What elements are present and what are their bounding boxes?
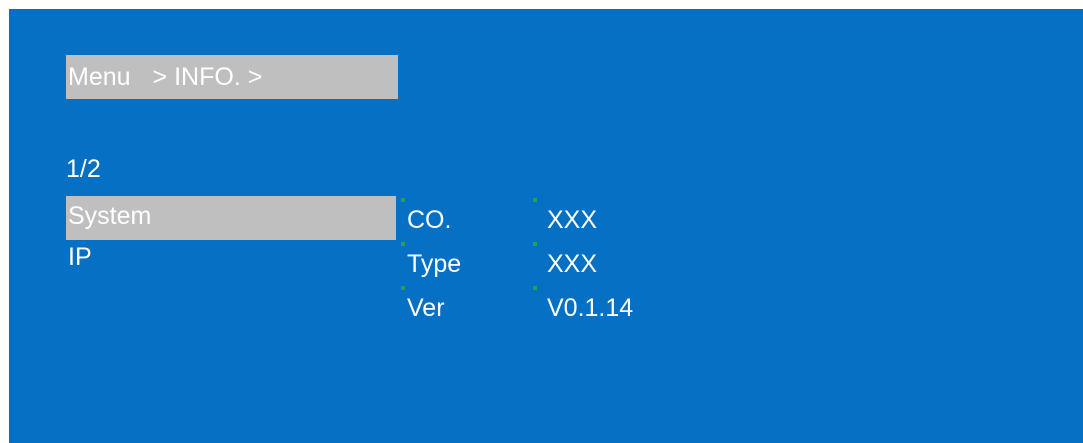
menu-item-system[interactable]: System [66, 196, 396, 240]
page-indicator: 1/2 [66, 155, 101, 183]
breadcrumb-menu[interactable]: Menu [66, 55, 131, 99]
info-key-company: CO. [407, 206, 452, 234]
row-marker [533, 286, 537, 290]
info-value-company: XXX [547, 206, 598, 234]
info-key-type: Type [407, 250, 462, 278]
breadcrumb: Menu > INFO. > [66, 55, 398, 99]
info-row-type: Type XXX [401, 242, 805, 286]
breadcrumb-info[interactable]: INFO. [174, 55, 241, 99]
info-value-version: V0.1.14 [547, 294, 634, 322]
info-row-version: Ver V0.1.14 [401, 286, 805, 330]
osd-screen: Menu > INFO. > 1/2 System IP CO. XXX Type… [9, 9, 1083, 443]
row-marker [533, 198, 537, 202]
breadcrumb-separator: > [152, 63, 168, 91]
row-marker [533, 242, 537, 246]
row-marker [401, 286, 405, 290]
info-row-company: CO. XXX [401, 198, 805, 242]
breadcrumb-trailing-separator: > [247, 63, 263, 91]
info-value-type: XXX [547, 250, 598, 278]
row-marker [401, 198, 405, 202]
row-marker [401, 242, 405, 246]
menu-item-ip[interactable]: IP [66, 237, 396, 281]
info-key-version: Ver [407, 294, 445, 322]
